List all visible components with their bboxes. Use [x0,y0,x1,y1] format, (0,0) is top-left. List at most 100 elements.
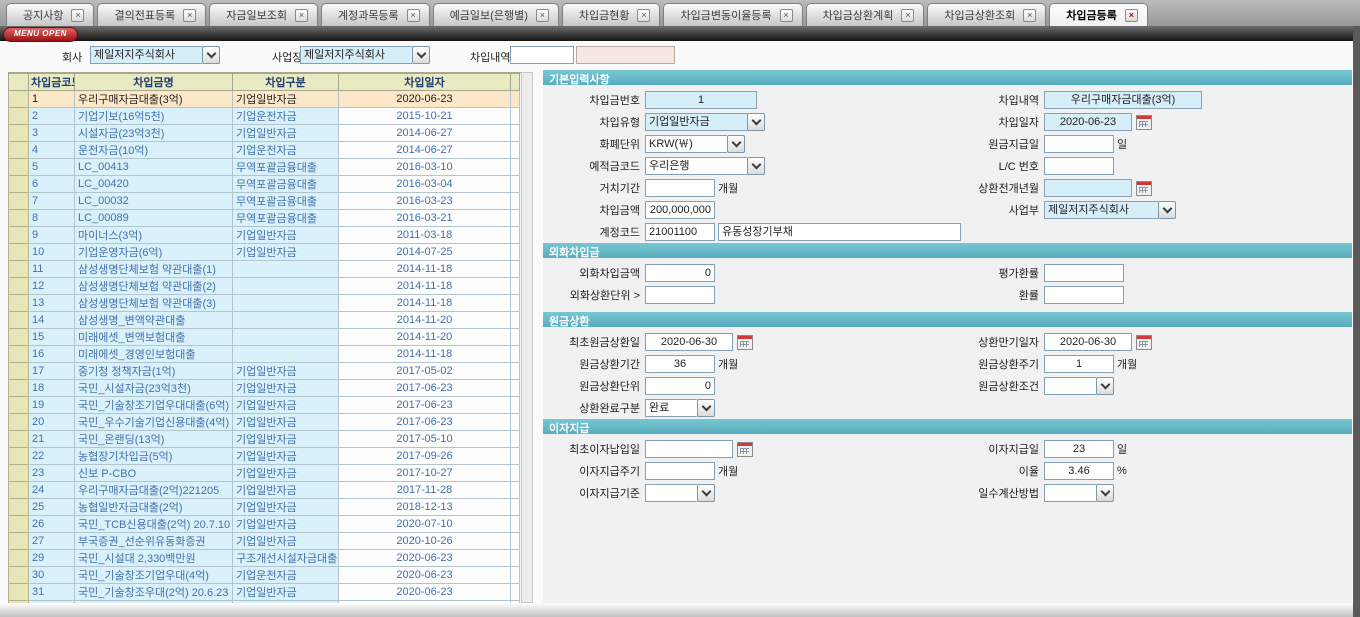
row-selector[interactable] [9,346,29,363]
cell-type[interactable] [233,261,339,278]
cell-name[interactable]: 삼성생명_변액약관대출 [75,312,233,329]
cell-name[interactable]: 마이너스(3억) [75,227,233,244]
table-row[interactable]: 26국민_TCB신용대출(2억) 20.7.10기업일반자금2020-07-10 [9,516,520,533]
cell-type[interactable]: 기업일반자금 [233,363,339,380]
loan-desc-filter-input[interactable] [510,46,574,64]
principal-unit-input[interactable]: 0 [645,377,715,395]
cell-name[interactable]: 우리구매자금대출(3억) [75,91,233,108]
division-select[interactable]: 제일저지주식회사 [1044,201,1176,219]
cell-filler[interactable] [511,448,520,465]
loan-desc-filter-display[interactable] [576,46,675,64]
cell-code[interactable]: 16 [29,346,75,363]
cell-date[interactable]: 2020-06-23 [339,567,511,584]
row-selector[interactable] [9,176,29,193]
cell-name[interactable]: 국민_온랜딩(13억) [75,431,233,448]
currency-select[interactable]: KRW(￦) [645,135,745,153]
table-row[interactable]: 31국민_기술창조우대(2억) 20.6.23기업일반자금2020-06-23 [9,584,520,601]
row-selector[interactable] [9,193,29,210]
cell-code[interactable]: 4 [29,142,75,159]
cell-date[interactable]: 2017-11-28 [339,482,511,499]
row-selector[interactable] [9,584,29,601]
cell-type[interactable]: 무역포괄금융대출 [233,210,339,227]
row-selector[interactable] [9,108,29,125]
cell-date[interactable]: 2020-06-23 [339,91,511,108]
table-row[interactable]: 3시설자금(23억3천)기업일반자금2014-06-27 [9,125,520,142]
cell-code[interactable]: 7 [29,193,75,210]
cell-code[interactable]: 15 [29,329,75,346]
cell-name[interactable]: 시설자금(23억3천) [75,125,233,142]
cell-name[interactable]: 미래에셋_경영인보험대출 [75,346,233,363]
cell-code[interactable]: 19 [29,397,75,414]
row-selector[interactable] [9,397,29,414]
cell-type[interactable]: 기업일반자금 [233,244,339,261]
tab-자금일보조회[interactable]: 자금일보조회× [209,3,318,26]
row-selector[interactable] [9,91,29,108]
cell-type[interactable]: 기업일반자금 [233,380,339,397]
cell-filler[interactable] [511,227,520,244]
table-row[interactable]: 17중기청 정책자금(1억)기업일반자금2017-05-02 [9,363,520,380]
first-interest-date-input[interactable] [645,440,733,458]
cell-date[interactable]: 2015-10-21 [339,108,511,125]
tab-close-icon[interactable]: × [1125,9,1138,22]
cell-date[interactable]: 2014-11-18 [339,261,511,278]
cell-type[interactable] [233,295,339,312]
cell-code[interactable]: 3 [29,125,75,142]
cell-date[interactable]: 2014-06-27 [339,125,511,142]
cell-date[interactable]: 2011-03-18 [339,227,511,244]
tab-차입금상환조회[interactable]: 차입금상환조회× [927,3,1046,26]
cell-date[interactable]: 2017-05-02 [339,363,511,380]
cell-code[interactable]: 26 [29,516,75,533]
table-row[interactable]: 14삼성생명_변액약관대출2014-11-20 [9,312,520,329]
row-selector[interactable] [9,159,29,176]
tab-close-icon[interactable]: × [637,9,650,22]
table-row[interactable]: 12삼성생명단체보험 약관대출(2)2014-11-18 [9,278,520,295]
row-selector[interactable] [9,380,29,397]
row-selector[interactable] [9,125,29,142]
cell-name[interactable]: 부국증권_선순위유동화증권 [75,533,233,550]
cell-date[interactable]: 2017-06-23 [339,414,511,431]
cell-code[interactable]: 21 [29,431,75,448]
cell-code[interactable]: 25 [29,499,75,516]
cell-filler[interactable] [511,431,520,448]
table-row[interactable]: 19국민_기술창조기업우대대출(6억)기업일반자금2017-06-23 [9,397,520,414]
cell-type[interactable]: 구조개선시설자금대출 [233,550,339,567]
table-row[interactable]: 24우리구매자금대출(2억)221205기업일반자금2017-11-28 [9,482,520,499]
cell-filler[interactable] [511,193,520,210]
cell-code[interactable]: 6 [29,176,75,193]
cell-code[interactable]: 22 [29,448,75,465]
table-row[interactable]: 22농협장기차입금(5억)기업일반자금2017-09-26 [9,448,520,465]
ex-rate-input[interactable] [1044,286,1124,304]
cell-filler[interactable] [511,176,520,193]
cell-filler[interactable] [511,584,520,601]
cell-name[interactable]: 국민_시설대 2,330백만원 [75,550,233,567]
calendar-icon[interactable] [737,335,753,350]
cell-name[interactable]: 삼성생명단체보험 약관대출(3) [75,295,233,312]
cell-filler[interactable] [511,261,520,278]
loan-type-select[interactable]: 기업일반자금 [645,113,765,131]
cell-name[interactable]: LC_00420 [75,176,233,193]
row-selector[interactable] [9,329,29,346]
cell-type[interactable]: 기업일반자금 [233,448,339,465]
table-row[interactable]: 20국민_우수기술기업신용대출(4억)기업일반자금2017-06-23 [9,414,520,431]
cell-code[interactable]: 12 [29,278,75,295]
interest-rate-input[interactable]: 3.46 [1044,462,1114,480]
chevron-down-icon[interactable] [697,399,715,417]
principal-pay-day-input[interactable] [1044,135,1114,153]
cell-filler[interactable] [511,482,520,499]
cell-type[interactable] [233,278,339,295]
tab-close-icon[interactable]: × [1023,9,1036,22]
cell-code[interactable]: 24 [29,482,75,499]
table-row[interactable]: 8LC_00089무역포괄금융대출2016-03-21 [9,210,520,227]
calendar-icon[interactable] [737,442,753,457]
cell-filler[interactable] [511,210,520,227]
row-selector[interactable] [9,499,29,516]
tab-close-icon[interactable]: × [407,9,420,22]
chevron-down-icon[interactable] [1096,484,1114,502]
cell-code[interactable]: 29 [29,550,75,567]
interest-day-input[interactable]: 23 [1044,440,1114,458]
row-selector[interactable] [9,142,29,159]
row-selector[interactable] [9,227,29,244]
row-selector[interactable] [9,550,29,567]
cell-name[interactable]: LC_00032 [75,193,233,210]
table-row[interactable]: 9마이너스(3억)기업일반자금2011-03-18 [9,227,520,244]
